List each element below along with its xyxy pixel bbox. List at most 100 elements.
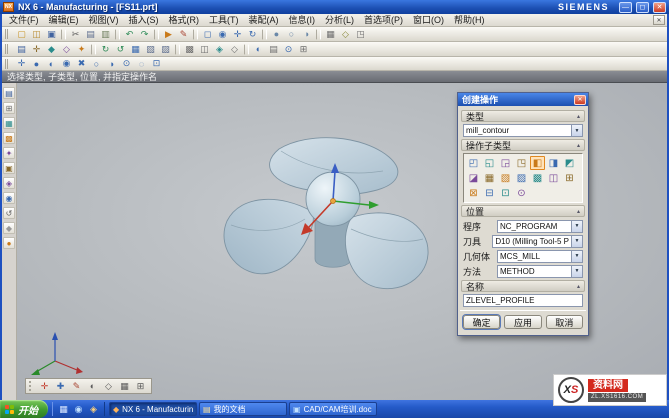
shop-documentation-icon[interactable]: ▨ [158, 43, 173, 56]
flowcut-smooth-icon[interactable]: ⊞ [562, 171, 577, 185]
media-player-icon[interactable]: ◈ [87, 403, 100, 416]
apply-button[interactable]: 应用 [504, 315, 541, 329]
verify-toolpath-icon[interactable]: ▦ [128, 43, 143, 56]
field-combo[interactable]: METHOD ▼ [497, 265, 583, 278]
window-icon[interactable]: ◳ [353, 28, 368, 41]
menu-item[interactable]: 信息(I) [284, 14, 321, 27]
collapse-icon[interactable]: ▴ [577, 113, 580, 120]
redo-icon[interactable]: ↷ [137, 28, 152, 41]
paste-icon[interactable]: ▥ [98, 28, 113, 41]
show-hide-icon[interactable]: ◐ [85, 380, 100, 393]
chevron-down-icon[interactable]: ▼ [571, 266, 582, 277]
layer-icon[interactable]: ▦ [117, 380, 132, 393]
part-navigator-icon[interactable]: ▦ [3, 117, 15, 129]
create-method-icon[interactable]: ◇ [59, 43, 74, 56]
control-point-icon[interactable]: ◉ [59, 57, 74, 70]
flowcut-multiple-icon[interactable]: ▩ [530, 171, 545, 185]
contour-text-icon[interactable]: ⊟ [482, 186, 497, 200]
rest-milling-icon[interactable]: ◳ [514, 156, 529, 170]
zlevel-corner-icon[interactable]: ◨ [546, 156, 561, 170]
location-section-header[interactable]: 位置 ▴ [461, 205, 585, 217]
chevron-down-icon[interactable]: ▼ [571, 125, 582, 136]
point-on-curve-icon[interactable]: ◌ [134, 57, 149, 70]
options-icon[interactable]: ⊞ [296, 43, 311, 56]
point-constructor-icon[interactable]: ✚ [53, 380, 68, 393]
replay-toolpath-icon[interactable]: ↺ [113, 43, 128, 56]
flowcut-single-icon[interactable]: ▨ [514, 171, 529, 185]
create-operation-icon[interactable]: ✦ [74, 43, 89, 56]
menu-item[interactable]: 工具(T) [204, 14, 244, 27]
menu-item[interactable]: 文件(F) [4, 14, 44, 27]
show-3d-icon[interactable]: ◐ [251, 43, 266, 56]
ok-button[interactable]: 确定 [463, 315, 500, 329]
field-combo[interactable]: D10 (Milling Tool-5 P ▼ [492, 235, 583, 248]
generate-toolpath-icon[interactable]: ↻ [98, 43, 113, 56]
menu-item[interactable]: 格式(R) [164, 14, 205, 27]
dialog-close-button[interactable]: ✕ [574, 95, 586, 105]
collapse-icon[interactable]: ▴ [577, 208, 580, 215]
name-section-header[interactable]: 名称 ▴ [461, 280, 585, 292]
type-combo[interactable]: mill_contour ▼ [463, 124, 583, 137]
edit-object-display-icon[interactable]: ✎ [69, 380, 84, 393]
cavity-mill-icon[interactable]: ◰ [466, 156, 481, 170]
list-toolpath-icon[interactable]: ▤ [266, 43, 281, 56]
task-nx-manufacturing[interactable]: ◆ NX 6 - Manufacturing... [109, 402, 197, 416]
geometry-view-icon[interactable]: ◈ [212, 43, 227, 56]
menu-item[interactable]: 装配(A) [244, 14, 284, 27]
machining-method-view-icon[interactable]: ◇ [227, 43, 242, 56]
copy-icon[interactable]: ▤ [83, 28, 98, 41]
menu-item[interactable]: 插入(S) [124, 14, 164, 27]
create-geometry-icon[interactable]: ◆ [44, 43, 59, 56]
wireframe-view-icon[interactable]: ○ [284, 28, 299, 41]
cancel-button[interactable]: 取消 [546, 315, 583, 329]
view-orientation-icon[interactable]: ◇ [338, 28, 353, 41]
task-word-document[interactable]: ▣ CAD/CAM培训.doc - Mi... [289, 402, 377, 416]
machine-tool-view-icon[interactable]: ◫ [197, 43, 212, 56]
quadrant-point-icon[interactable]: ◑ [104, 57, 119, 70]
new-icon[interactable]: ▢ [14, 28, 29, 41]
mid-point-icon[interactable]: ◐ [44, 57, 59, 70]
shaded-view-icon[interactable]: ● [269, 28, 284, 41]
pan-icon[interactable]: ✛ [230, 28, 245, 41]
menu-item[interactable]: 首选项(P) [359, 14, 408, 27]
menu-item[interactable]: 帮助(H) [449, 14, 490, 27]
info-icon[interactable]: ⊙ [281, 43, 296, 56]
contour-surface-area-icon[interactable]: ▦ [482, 171, 497, 185]
machining-wizards-icon[interactable]: ✦ [3, 147, 15, 159]
chevron-down-icon[interactable]: ▼ [571, 251, 582, 262]
roles-icon[interactable]: ● [3, 237, 15, 249]
document-close-icon[interactable]: ✕ [653, 15, 665, 25]
type-section-header[interactable]: 类型 ▴ [461, 110, 585, 122]
grid-icon[interactable]: ⊞ [133, 380, 148, 393]
restore-button[interactable]: ◻ [636, 2, 649, 13]
mill-user-icon[interactable]: ⊡ [498, 186, 513, 200]
undo-icon[interactable]: ↶ [122, 28, 137, 41]
plunge-milling-icon[interactable]: ◱ [482, 156, 497, 170]
start-button[interactable]: 开始 [0, 400, 48, 418]
fit-view-icon[interactable]: ◻ [200, 28, 215, 41]
field-combo[interactable]: MCS_MILL ▼ [497, 250, 583, 263]
collapse-icon[interactable]: ▴ [577, 142, 580, 149]
menu-item[interactable]: 窗口(O) [408, 14, 449, 27]
close-button[interactable]: ✕ [653, 2, 666, 13]
chevron-down-icon[interactable]: ▼ [571, 221, 582, 232]
hd3d-tools-icon[interactable]: ◈ [3, 177, 15, 189]
snap-point-icon[interactable]: ✛ [14, 57, 29, 70]
dialog-title-bar[interactable]: 创建操作 ✕ [458, 93, 588, 106]
subtype-section-header[interactable]: 操作子类型 ▴ [461, 139, 585, 151]
task-my-documents[interactable]: ▤ 我的文档 [199, 402, 287, 416]
face-analysis-icon[interactable]: ◑ [299, 28, 314, 41]
cut-icon[interactable]: ✂ [68, 28, 83, 41]
zoom-icon[interactable]: ◉ [215, 28, 230, 41]
minimize-button[interactable]: — [619, 2, 632, 13]
assembly-navigator-icon[interactable]: ▤ [3, 87, 15, 99]
history-icon[interactable]: ↺ [3, 207, 15, 219]
dynamic-wcs-icon[interactable]: ✛ [37, 380, 52, 393]
corner-rough-icon[interactable]: ◲ [498, 156, 513, 170]
menu-item[interactable]: 编辑(E) [44, 14, 84, 27]
save-icon[interactable]: ▣ [44, 28, 59, 41]
reuse-library-icon[interactable]: ▣ [3, 162, 15, 174]
zlevel-profile-icon[interactable]: ◧ [530, 156, 545, 170]
intersection-point-icon[interactable]: ✖ [74, 57, 89, 70]
program-order-view-icon[interactable]: ▩ [182, 43, 197, 56]
